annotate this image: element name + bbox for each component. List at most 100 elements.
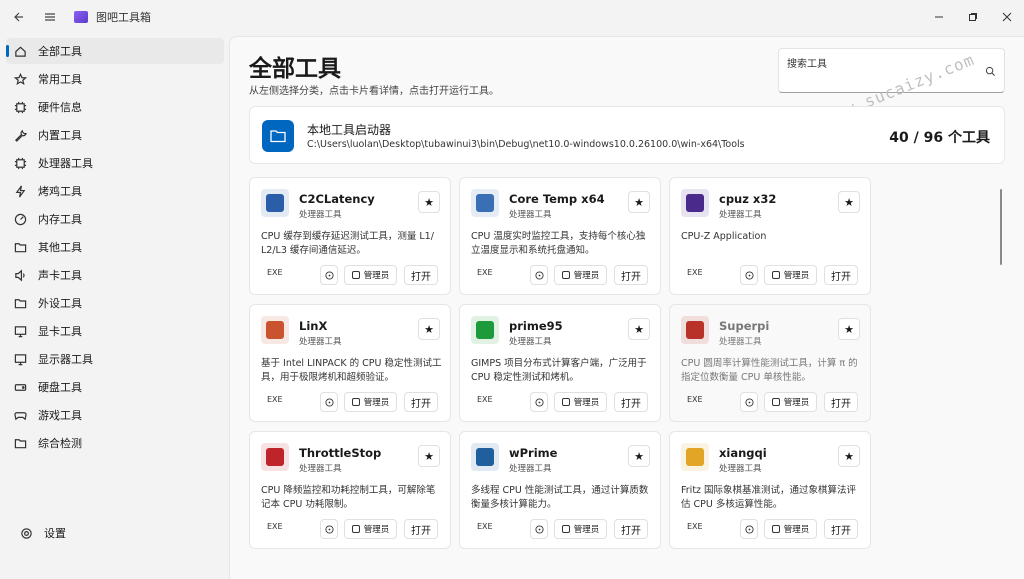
sidebar-item-3[interactable]: 内置工具 [6, 122, 224, 148]
run-as-admin-button[interactable]: 管理员 [764, 265, 817, 285]
open-button[interactable]: 打开 [614, 392, 648, 412]
sidebar-item-13[interactable]: 游戏工具 [6, 402, 224, 428]
tool-card[interactable]: ThrottleStop 处理器工具 ★ CPU 降频监控和功耗控制工具，可解除笔记本… [249, 431, 451, 549]
tool-card[interactable]: LinX 处理器工具 ★ 基于 Intel LINPACK 的 CPU 稳定性测试工具… [249, 304, 451, 422]
info-button[interactable] [320, 392, 338, 412]
sidebar-item-label: 显示器工具 [38, 353, 93, 366]
favorite-button[interactable]: ★ [418, 445, 440, 467]
search-icon[interactable] [985, 66, 996, 77]
run-as-admin-button[interactable]: 管理员 [764, 392, 817, 412]
tool-card[interactable]: C2CLatency 处理器工具 ★ CPU 缓存到缓存延迟测试工具，测量 L1/ L… [249, 177, 451, 295]
close-button[interactable] [990, 0, 1024, 34]
sidebar-item-label: 声卡工具 [38, 269, 82, 282]
sidebar-item-9[interactable]: 外设工具 [6, 290, 224, 316]
menu-button[interactable] [34, 1, 66, 33]
open-button[interactable]: 打开 [824, 519, 858, 539]
tool-category: 处理器工具 [509, 210, 552, 220]
favorite-button[interactable]: ★ [838, 191, 860, 213]
sidebar-item-12[interactable]: 硬盘工具 [6, 374, 224, 400]
run-as-admin-button[interactable]: 管理员 [344, 392, 397, 412]
info-button[interactable] [740, 519, 758, 539]
info-button[interactable] [320, 519, 338, 539]
run-as-admin-button[interactable]: 管理员 [344, 519, 397, 539]
tool-category: 处理器工具 [719, 210, 762, 220]
favorite-button[interactable]: ★ [838, 445, 860, 467]
file-type-badge: EXE [267, 395, 283, 404]
star-icon: ★ [424, 322, 434, 336]
file-type-badge: EXE [267, 268, 283, 277]
run-as-admin-button[interactable]: 管理员 [554, 265, 607, 285]
sidebar-item-0[interactable]: 全部工具 [6, 38, 224, 64]
scrollbar[interactable] [1000, 189, 1002, 265]
open-button[interactable]: 打开 [614, 265, 648, 285]
sidebar-item-5[interactable]: 烤鸡工具 [6, 178, 224, 204]
admin-label: 管理员 [363, 398, 390, 408]
sidebar-item-10[interactable]: 显卡工具 [6, 318, 224, 344]
sidebar-item-label: 烤鸡工具 [38, 185, 82, 198]
star-icon: ★ [424, 449, 434, 463]
shield-icon [771, 525, 780, 533]
open-button[interactable]: 打开 [824, 392, 858, 412]
tool-card[interactable]: Core Temp x64 处理器工具 ★ CPU 温度实时监控工具，支持每个核心独立… [459, 177, 661, 295]
open-label: 打开 [621, 271, 641, 283]
shield-icon [561, 525, 570, 533]
tool-card[interactable]: wPrime 处理器工具 ★ 多线程 CPU 性能测试工具，通过计算质数衡量多核计算能… [459, 431, 661, 549]
settings-nav-item[interactable]: 设置 [12, 520, 228, 546]
settings-label: 设置 [44, 527, 66, 540]
open-button[interactable]: 打开 [404, 392, 438, 412]
tool-app-icon [261, 316, 289, 344]
tool-app-icon [681, 316, 709, 344]
info-button[interactable] [740, 392, 758, 412]
sidebar-item-label: 内置工具 [38, 129, 82, 142]
shield-icon [771, 271, 780, 279]
sidebar-item-4[interactable]: 处理器工具 [6, 150, 224, 176]
shield-icon [351, 398, 360, 406]
star-icon: ★ [634, 195, 644, 209]
run-as-admin-button[interactable]: 管理员 [344, 265, 397, 285]
tool-app-icon [471, 316, 499, 344]
maximize-button[interactable] [956, 0, 990, 34]
admin-label: 管理员 [363, 525, 390, 535]
favorite-button[interactable]: ★ [628, 191, 650, 213]
sidebar-item-7[interactable]: 其他工具 [6, 234, 224, 260]
shield-icon [771, 398, 780, 406]
favorite-button[interactable]: ★ [628, 445, 650, 467]
favorite-button[interactable]: ★ [628, 318, 650, 340]
open-button[interactable]: 打开 [404, 519, 438, 539]
info-button[interactable] [530, 392, 548, 412]
sidebar-item-2[interactable]: 硬件信息 [6, 94, 224, 120]
tool-card[interactable]: Superpi 处理器工具 ★ CPU 圆周率计算性能测试工具，计算 π 的指定位数衡… [669, 304, 871, 422]
open-button[interactable]: 打开 [614, 519, 648, 539]
tool-description: CPU 温度实时监控工具，支持每个核心独立温度显示和系统托盘通知。 [471, 231, 646, 256]
tool-card[interactable]: cpuz x32 处理器工具 ★ CPU-Z Application EXE 管理员 打开 [669, 177, 871, 295]
tool-app-icon [471, 443, 499, 471]
star-icon: ★ [634, 449, 644, 463]
run-as-admin-button[interactable]: 管理员 [764, 519, 817, 539]
favorite-button[interactable]: ★ [838, 318, 860, 340]
tool-category: 处理器工具 [299, 464, 342, 474]
minimize-button[interactable] [922, 0, 956, 34]
run-as-admin-button[interactable]: 管理员 [554, 519, 607, 539]
favorite-button[interactable]: ★ [418, 318, 440, 340]
tool-card[interactable]: xiangqi 处理器工具 ★ Fritz 国际象棋基准测试，通过象棋算法评估 CPU… [669, 431, 871, 549]
open-button[interactable]: 打开 [824, 265, 858, 285]
file-type-badge: EXE [477, 268, 493, 277]
tool-card[interactable]: prime95 处理器工具 ★ GIMPS 项目分布式计算客户端，广泛用于 CPU 稳… [459, 304, 661, 422]
sidebar-item-6[interactable]: 内存工具 [6, 206, 224, 232]
sidebar-item-1[interactable]: 常用工具 [6, 66, 224, 92]
open-button[interactable]: 打开 [404, 265, 438, 285]
sidebar-item-label: 处理器工具 [38, 157, 93, 170]
info-button[interactable] [530, 519, 548, 539]
sidebar-item-11[interactable]: 显示器工具 [6, 346, 224, 372]
favorite-button[interactable]: ★ [418, 191, 440, 213]
sidebar-item-14[interactable]: 综合检测 [6, 430, 224, 456]
info-button[interactable] [530, 265, 548, 285]
open-label: 打开 [411, 398, 431, 410]
info-button[interactable] [740, 265, 758, 285]
tool-app-icon [261, 443, 289, 471]
sidebar-item-8[interactable]: 声卡工具 [6, 262, 224, 288]
back-button[interactable] [2, 1, 34, 33]
tool-category: 处理器工具 [719, 464, 762, 474]
info-button[interactable] [320, 265, 338, 285]
run-as-admin-button[interactable]: 管理员 [554, 392, 607, 412]
